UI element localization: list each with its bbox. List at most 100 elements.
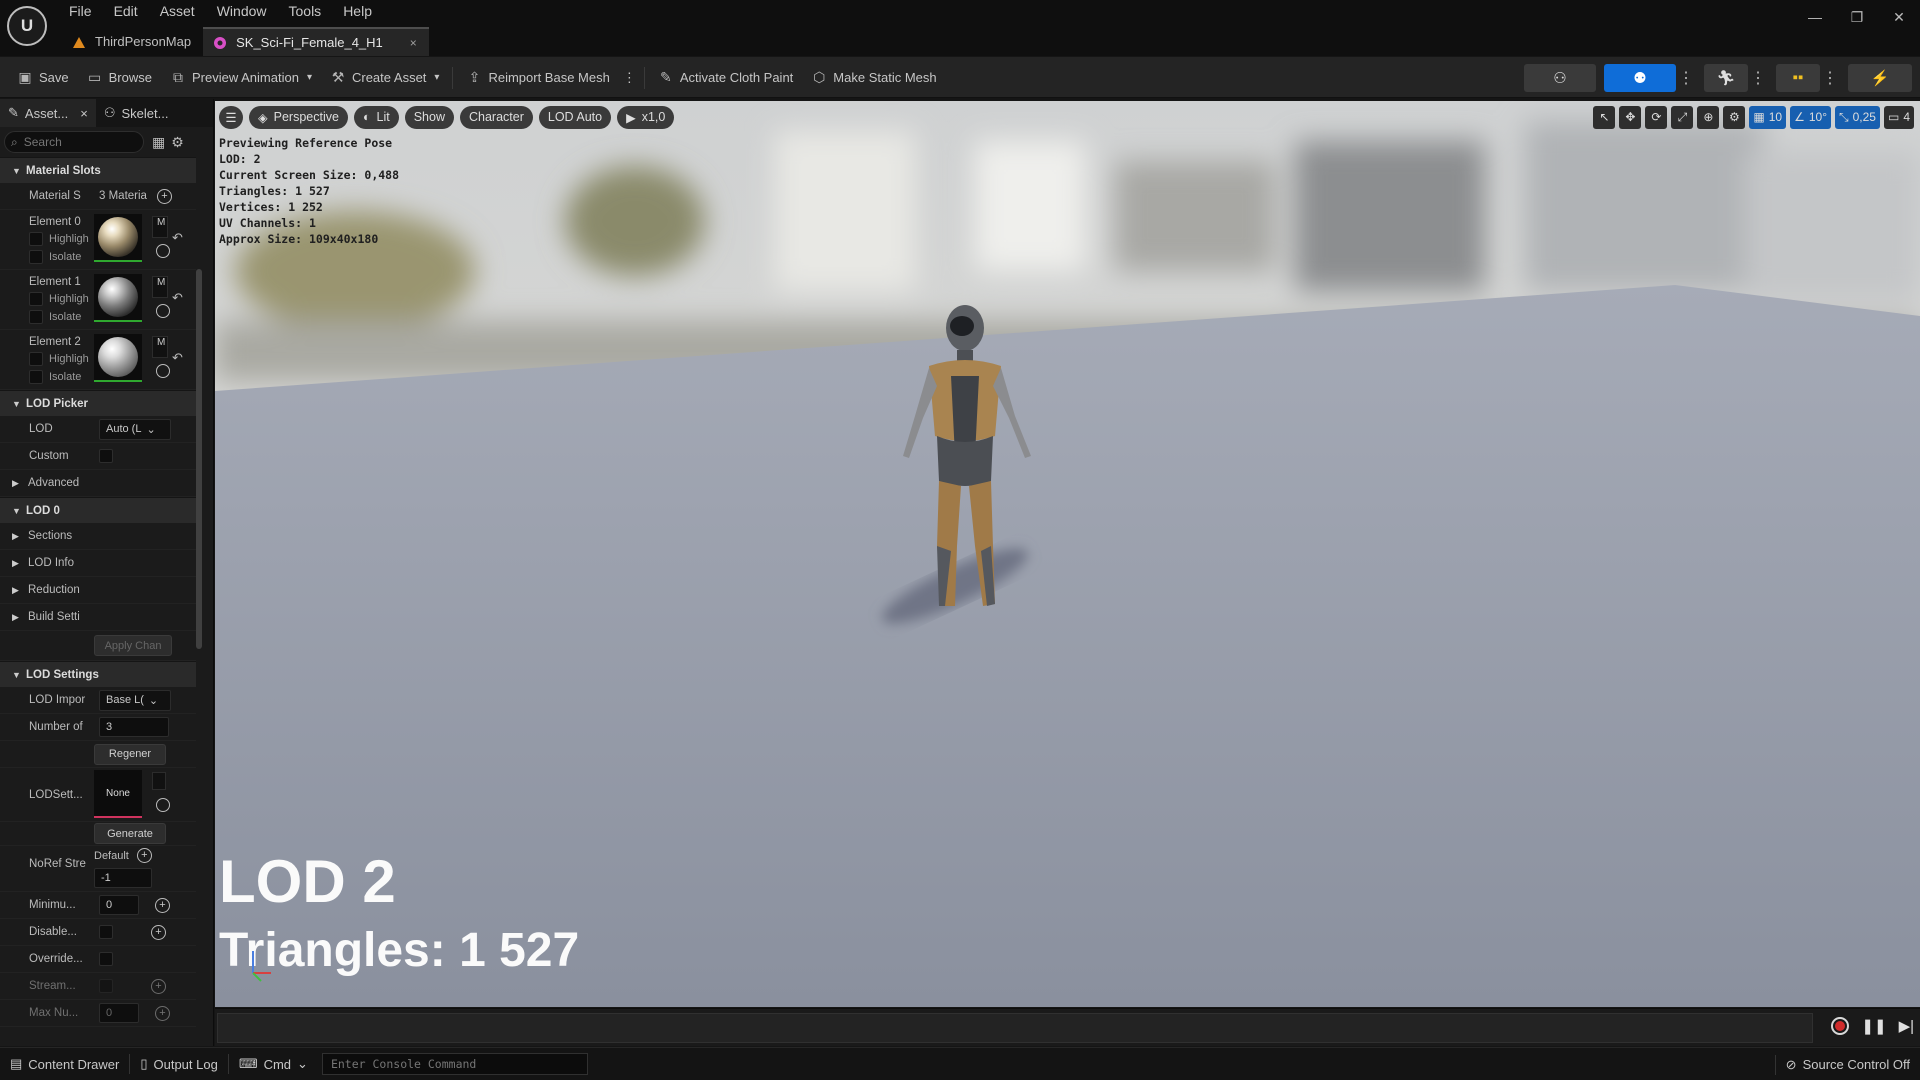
reset-icon[interactable]: ↶ (172, 230, 183, 246)
preview-animation-button[interactable]: ⧉ Preview Animation ▾ (161, 63, 321, 93)
output-log-button[interactable]: ▯ Output Log (130, 1048, 227, 1080)
minimize-button[interactable]: — (1794, 0, 1836, 34)
surface-snap-icon[interactable]: ⚙ (1723, 105, 1746, 129)
rotate-icon[interactable]: ⟳ (1645, 105, 1668, 129)
console-command-input[interactable] (330, 1057, 579, 1071)
grid-snap-button[interactable]: ▦ 10 (1749, 105, 1787, 129)
scale-icon[interactable]: ⤢ (1671, 105, 1694, 129)
noref-streaming-input[interactable]: -1 (94, 868, 152, 888)
menu-edit[interactable]: Edit (103, 0, 149, 22)
highlight-checkbox[interactable] (29, 352, 43, 366)
restore-button[interactable]: ❐ (1836, 0, 1878, 34)
browse-button[interactable]: ▭ Browse (78, 63, 161, 93)
section-lod-settings[interactable]: ▼ LOD Settings (0, 661, 196, 687)
content-drawer-button[interactable]: ▤ Content Drawer (0, 1048, 129, 1080)
minimum-lod-input[interactable]: 0 (99, 895, 139, 915)
material-thumbnail[interactable] (94, 334, 142, 382)
asset-picker-field[interactable] (152, 772, 166, 790)
generate-button[interactable]: Generate (94, 823, 166, 844)
section-lod-picker[interactable]: ▼ LOD Picker (0, 390, 196, 416)
lod-import-dropdown[interactable]: Base L(⌄ (99, 689, 171, 711)
close-window-button[interactable]: ✕ (1878, 0, 1920, 34)
mesh-mode-button[interactable]: ⚉ (1604, 63, 1676, 92)
camera-speed-button[interactable]: ▭ 4 (1883, 105, 1914, 129)
number-of-lods-input[interactable]: 3 (99, 717, 169, 737)
animation-mode-button[interactable]: 🏃︎ (1704, 63, 1748, 92)
perspective-button[interactable]: ◈ Perspective (249, 105, 348, 129)
reduction-group[interactable]: ▶ Reduction (0, 577, 196, 604)
reset-icon[interactable]: ↶ (172, 350, 183, 366)
menu-window[interactable]: Window (206, 0, 278, 22)
tab-skeletal-mesh[interactable]: SK_Sci-Fi_Female_4_H1 × (203, 27, 429, 56)
preview-viewport[interactable]: ☰ ◈ Perspective ◐ Lit Show Character LOD A… (215, 101, 1920, 1007)
gear-icon[interactable]: ⚙ (171, 134, 184, 151)
rotation-snap-button[interactable]: ∠ 10° (1790, 105, 1831, 129)
lod-dropdown[interactable]: Auto (L ⌄ (99, 418, 171, 440)
reimport-button[interactable]: ⇪ Reimport Base Mesh (457, 63, 618, 93)
highlight-checkbox[interactable] (29, 292, 43, 306)
cmd-dropdown[interactable]: ⌨ Cmd ⌄ (229, 1048, 318, 1080)
skeleton-mode-button[interactable]: ⚇ (1524, 63, 1596, 92)
pause-icon[interactable]: ❚❚ (1861, 1017, 1886, 1035)
timeline-track[interactable] (217, 1013, 1813, 1043)
custom-checkbox[interactable] (99, 449, 113, 463)
isolate-checkbox[interactable] (29, 310, 43, 324)
isolate-checkbox[interactable] (29, 250, 43, 264)
animation-mode-options[interactable]: ⋮ (1748, 64, 1768, 92)
add-override-icon[interactable]: + (136, 848, 152, 863)
menu-asset[interactable]: Asset (149, 0, 206, 22)
material-thumbnail[interactable] (94, 214, 142, 262)
sections-group[interactable]: ▶ Sections (0, 523, 196, 550)
lod-info-group[interactable]: ▶ LOD Info (0, 550, 196, 577)
material-name-field[interactable]: M (152, 336, 168, 358)
search-input[interactable] (23, 135, 124, 149)
viewport-menu-button[interactable]: ☰ (219, 105, 243, 129)
isolate-checkbox[interactable] (29, 370, 43, 384)
panel-scrollbar[interactable] (196, 269, 202, 649)
max-num-streamed-input[interactable]: 0 (99, 1003, 139, 1023)
override-checkbox[interactable] (99, 952, 113, 966)
apply-changes-button[interactable]: Apply Chan (94, 635, 172, 656)
save-button[interactable]: ▣ Save (8, 63, 78, 93)
browse-icon[interactable] (156, 244, 170, 258)
browse-icon[interactable] (156, 798, 170, 812)
table-view-icon[interactable]: ▦ (152, 134, 165, 151)
console-command-field[interactable] (321, 1053, 588, 1075)
menu-file[interactable]: File (58, 0, 103, 22)
regenerate-button[interactable]: Regener (94, 743, 166, 765)
record-button[interactable] (1831, 1017, 1850, 1035)
add-override-icon[interactable]: + (151, 978, 166, 994)
lod-auto-button[interactable]: LOD Auto (538, 105, 612, 129)
show-button[interactable]: Show (404, 105, 454, 129)
browse-icon[interactable] (156, 304, 170, 318)
section-material-slots[interactable]: ▼ Material Slots (0, 157, 196, 183)
close-icon[interactable]: × (410, 36, 417, 50)
disable-checkbox[interactable] (99, 925, 113, 939)
add-override-icon[interactable]: + (151, 924, 166, 940)
translate-icon[interactable]: ✥ (1619, 105, 1642, 129)
step-forward-icon[interactable]: ▶| (1899, 1017, 1914, 1035)
tab-asset-details[interactable]: ✎ Asset... × (0, 99, 96, 127)
unreal-logo[interactable]: U (7, 6, 47, 46)
blueprint-mode-options[interactable]: ⋮ (1820, 64, 1840, 92)
lit-button[interactable]: ◐ Lit (353, 105, 399, 129)
details-search[interactable]: ⌕ (4, 131, 144, 153)
lod-settings-thumbnail[interactable]: None (94, 770, 142, 818)
character-button[interactable]: Character (459, 105, 533, 129)
mesh-mode-options[interactable]: ⋮ (1676, 64, 1696, 92)
blueprint-mode-button[interactable]: ▪▪ (1776, 63, 1820, 92)
add-material-icon[interactable]: + (157, 188, 172, 204)
cloth-paint-button[interactable]: ✎ Activate Cloth Paint (649, 63, 802, 93)
highlight-checkbox[interactable] (29, 232, 43, 246)
material-name-field[interactable]: M (152, 276, 168, 298)
menu-help[interactable]: Help (332, 0, 383, 22)
close-icon[interactable]: × (80, 106, 88, 121)
coordinate-system-icon[interactable]: ⊕ (1697, 105, 1720, 129)
tab-thirdpersonmap[interactable]: ThirdPersonMap (62, 27, 203, 56)
add-override-icon[interactable]: + (155, 897, 170, 913)
make-static-mesh-button[interactable]: ⬡ Make Static Mesh (802, 63, 945, 93)
material-name-field[interactable]: M (152, 216, 168, 238)
tab-skeleton-tree[interactable]: ⚇ Skelet... (96, 99, 177, 127)
scale-snap-button[interactable]: ⤡ 0,25 (1835, 105, 1880, 129)
section-lod0[interactable]: ▼ LOD 0 (0, 497, 196, 523)
